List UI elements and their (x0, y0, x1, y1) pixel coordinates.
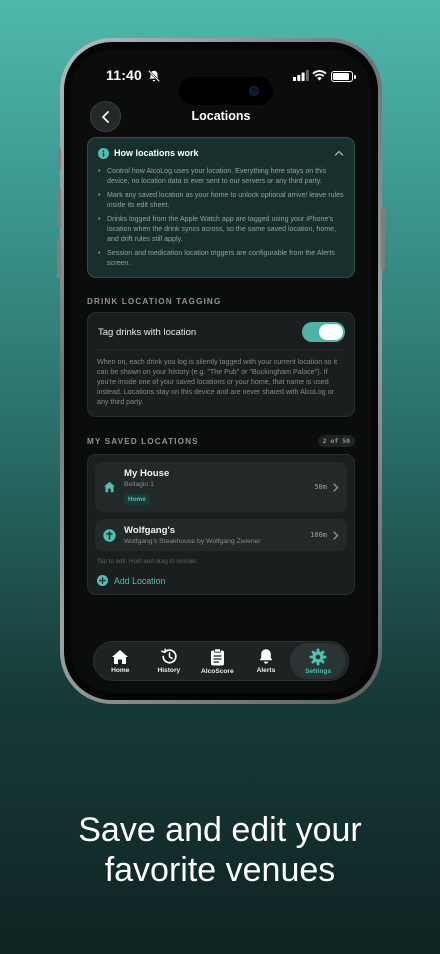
side-button (57, 188, 61, 228)
add-location-label: Add Location (114, 575, 166, 586)
info-item: Session and medication location triggers… (98, 248, 344, 268)
tab-label: AlcoScore (201, 667, 234, 675)
tag-location-toggle[interactable] (302, 322, 345, 342)
home-badge: Home (124, 494, 150, 505)
tab-label: Settings (305, 667, 332, 675)
info-list: Control how AlcoLog uses your location. … (98, 166, 344, 268)
tab-history[interactable]: History (145, 643, 194, 679)
status-bar: 11:40 (71, 67, 371, 105)
section-label-saved: MY SAVED LOCATIONS 2 of 50 (87, 435, 355, 447)
nav-bar: Locations (71, 101, 371, 137)
location-distance: 100m (310, 531, 327, 539)
info-card: How locations work Control how AlcoLog u… (87, 137, 355, 278)
side-button (57, 148, 61, 170)
tag-toggle-row: Tag drinks with location (88, 313, 354, 349)
tag-toggle-label: Tag drinks with location (98, 326, 197, 338)
info-item: Mark any saved location as your home to … (98, 190, 344, 210)
tagging-description: When on, each drink you log is silently … (97, 349, 345, 416)
tab-alerts[interactable]: Alerts (242, 643, 291, 679)
chevron-up-icon[interactable] (334, 149, 344, 157)
location-distance: 50m (314, 483, 327, 491)
saved-locations-card: My House Bellagio 1 Home 50m Wolfgang's … (87, 454, 355, 595)
chevron-right-icon (333, 530, 339, 540)
location-address: Bellagio 1 (124, 481, 154, 488)
page-title: Locations (191, 109, 251, 123)
tab-alcoscore[interactable]: AlcoScore (193, 643, 242, 679)
info-card-title: How locations work (114, 148, 199, 158)
info-item: Drinks logged from the Apple Watch app a… (98, 214, 344, 244)
screen: 11:40 Locations How locations work • Con… (71, 49, 371, 693)
add-location-button[interactable]: Add Location (97, 575, 354, 586)
location-count-badge: 2 of 50 (317, 435, 355, 447)
house-icon (112, 649, 129, 664)
marketing-caption: Save and edit your favorite venues (0, 810, 440, 890)
wifi-icon (312, 70, 327, 81)
bell-off-icon (147, 69, 161, 83)
caption-line-2: favorite venues (104, 851, 336, 889)
camera-icon (249, 86, 259, 96)
location-row-wolfgangs[interactable]: Wolfgang's Wolfgang's Steakhouse by Wolf… (95, 519, 347, 551)
info-item: Control how AlcoLog uses your location. … (98, 166, 344, 186)
tab-settings[interactable]: Settings (290, 643, 347, 679)
caption-line-1: Save and edit your (78, 811, 362, 849)
tab-label: Alerts (256, 667, 276, 674)
side-button (57, 238, 61, 278)
bell-icon (259, 649, 273, 664)
history-icon (160, 648, 177, 664)
side-button (381, 208, 385, 270)
phone-frame: 11:40 Locations How locations work • Con… (57, 38, 385, 704)
gear-icon (309, 648, 327, 665)
toggle-knob (319, 324, 343, 340)
chevron-right-icon (333, 482, 339, 492)
tagging-card: Tag drinks with location When on, each d… (87, 312, 355, 417)
saved-section-title: MY SAVED LOCATIONS (87, 436, 199, 446)
tab-label: History (157, 667, 181, 674)
status-time: 11:40 (106, 67, 143, 83)
clipboard-icon (210, 647, 224, 665)
location-row-my-house[interactable]: My House Bellagio 1 Home 50m (95, 462, 347, 512)
location-name: Wolfgang's (124, 525, 176, 536)
battery-icon (331, 71, 356, 82)
content: How locations work Control how AlcoLog u… (87, 137, 355, 595)
tab-label: Home (111, 666, 130, 674)
pin-icon (102, 528, 116, 542)
home-icon (102, 480, 116, 494)
section-label-tagging: DRINK LOCATION TAGGING (87, 297, 222, 306)
info-card-header[interactable]: How locations work (98, 146, 344, 160)
phone-bezel: 11:40 Locations How locations work • Con… (64, 42, 378, 700)
tab-bar: Home History AlcoScore Alerts Settings (93, 641, 349, 681)
plus-circle-icon (97, 575, 108, 586)
info-icon (98, 147, 109, 159)
tab-home[interactable]: Home (96, 643, 145, 679)
location-name: My House (124, 468, 170, 479)
reorder-hint: Tap to edit. Hold and drag to reorder. (97, 558, 198, 565)
signal-icon (293, 70, 309, 81)
location-address: Wolfgang's Steakhouse by Wolfgang Zwiene… (124, 538, 261, 545)
